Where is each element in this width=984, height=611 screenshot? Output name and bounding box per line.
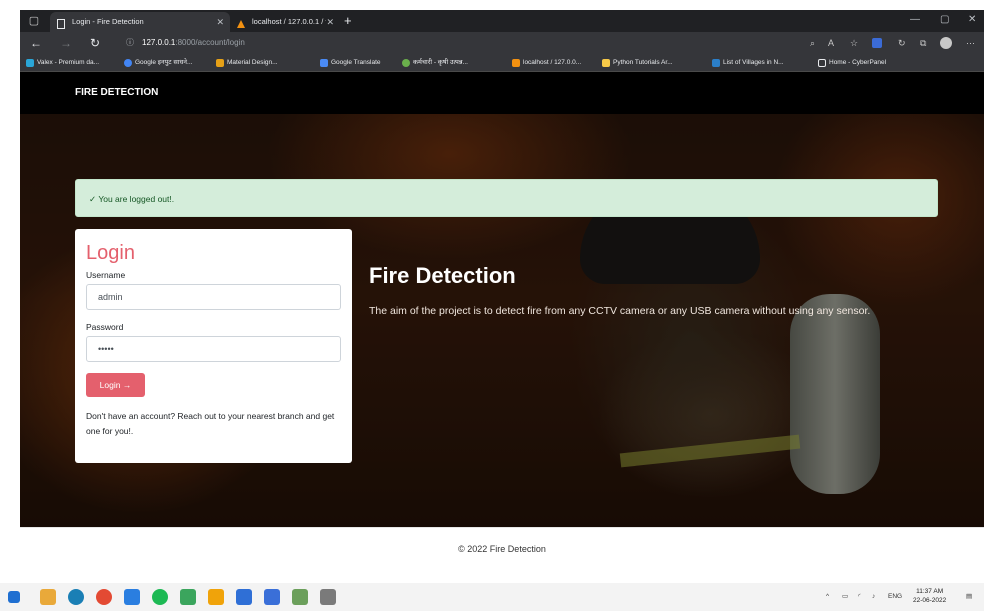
phpmyadmin-icon [512, 59, 520, 67]
hero-section: ✓ You are logged out!. Login Username Pa… [20, 114, 984, 527]
login-button[interactable]: Login → [86, 373, 145, 397]
username-label: Username [86, 270, 126, 280]
site-navbar: FIRE DETECTION [20, 72, 984, 114]
close-icon[interactable]: ✕ [326, 12, 334, 32]
search-icon[interactable]: ⌕ [810, 36, 815, 50]
back-icon[interactable]: ← [30, 35, 42, 51]
login-card: Login Username Password Login → Don't ha… [75, 229, 352, 463]
network-icon[interactable]: ▭ [842, 583, 848, 611]
password-input[interactable] [86, 336, 341, 362]
hero-title: Fire Detection [369, 263, 516, 288]
close-window-icon[interactable]: ✕ [968, 14, 976, 25]
login-title: Login [86, 242, 135, 264]
tab-bar: ▢ Login - Fire Detection ✕ localhost / 1… [20, 10, 984, 32]
google-icon [124, 59, 132, 67]
bookmark-item[interactable]: Google इनपुट साधने... [124, 54, 192, 72]
bookmark-item[interactable]: Google Translate [320, 54, 381, 72]
maximize-icon[interactable]: ▢ [940, 14, 949, 25]
reload-icon[interactable]: ↻ [90, 35, 100, 51]
new-tab-icon[interactable]: + [344, 13, 352, 29]
browser-window: ▢ Login - Fire Detection ✕ localhost / 1… [20, 10, 984, 570]
collections-icon[interactable]: ⧉ [920, 36, 926, 50]
clock-time: 11:37 AM [916, 588, 944, 595]
chrome-icon[interactable] [96, 589, 112, 605]
password-label: Password [86, 322, 124, 332]
favorite-icon[interactable]: ☆ [850, 36, 858, 50]
close-icon[interactable]: ✕ [216, 12, 224, 32]
phpmyadmin-icon [236, 17, 246, 28]
bookmark-item[interactable]: कर्मचारी - कृषी उत्पन्न... [402, 54, 468, 72]
bookmark-icon [216, 59, 224, 67]
forward-icon[interactable]: → [60, 35, 72, 51]
bookmark-item[interactable]: localhost / 127.0.0... [512, 54, 581, 72]
tab-title: localhost / 127.0.0.1 / fire / profi [252, 17, 326, 26]
url-path: :8000/account/login [175, 38, 245, 47]
bookmark-icon [602, 59, 610, 67]
bookmarks-bar: Valex - Premium da... Google इनपुट साधने… [20, 54, 984, 72]
wifi-icon[interactable]: ◜ [858, 583, 861, 611]
info-icon: ⓘ [126, 38, 134, 47]
tray-chevron-icon[interactable]: ^ [826, 583, 829, 611]
url-field[interactable]: ⓘ 127.0.0.1:8000/account/login [126, 35, 816, 51]
translate-icon [320, 59, 328, 67]
bookmark-item[interactable]: Python Tutorials Ar... [602, 54, 673, 72]
site-footer: © 2022 Fire Detection [20, 527, 984, 570]
account-note: Don't have an account? Reach out to your… [86, 411, 335, 436]
window-menu-icon[interactable]: ▢ [26, 13, 42, 29]
page-icon [818, 59, 826, 67]
clock[interactable]: 11:37 AM 22-06-2022 [913, 587, 946, 605]
logout-alert: ✓ You are logged out!. [75, 179, 938, 217]
spotify-icon[interactable] [152, 589, 168, 605]
bookmark-item[interactable]: Material Design... [216, 54, 278, 72]
tab-phpmyadmin[interactable]: localhost / 127.0.0.1 / fire / profi ✕ [230, 12, 340, 32]
notification-icon[interactable]: ▤ [966, 583, 972, 611]
bookmark-item[interactable]: List of Villages in N... [712, 54, 784, 72]
app-icon[interactable] [264, 589, 280, 605]
profile-avatar[interactable] [940, 37, 952, 49]
site-brand[interactable]: FIRE DETECTION [75, 72, 158, 114]
page-icon [56, 17, 66, 29]
file-explorer-icon[interactable] [40, 589, 56, 605]
extension-icon[interactable] [872, 38, 882, 48]
bookmark-item[interactable]: Home - CyberPanel [818, 54, 886, 72]
app-icon[interactable] [320, 589, 336, 605]
vscode-icon[interactable] [124, 589, 140, 605]
sublime-icon[interactable] [208, 589, 224, 605]
read-aloud-icon[interactable]: A [828, 36, 834, 50]
start-icon[interactable] [8, 591, 20, 603]
address-bar: ← → ↻ ⓘ 127.0.0.1:8000/account/login ⌕ A… [20, 32, 984, 54]
refresh-extension-icon[interactable]: ↻ [898, 36, 906, 50]
tab-login[interactable]: Login - Fire Detection ✕ [50, 12, 230, 32]
app-icon[interactable] [236, 589, 252, 605]
language-indicator[interactable]: ENG [888, 583, 902, 611]
more-icon[interactable]: ⋯ [966, 36, 975, 50]
bookmark-icon [402, 59, 410, 67]
username-input[interactable] [86, 284, 341, 310]
pycharm-icon[interactable] [180, 589, 196, 605]
url-host: 127.0.0.1 [142, 38, 176, 47]
bookmark-icon [26, 59, 34, 67]
clock-date: 22-06-2022 [913, 597, 947, 604]
minimize-icon[interactable]: — [910, 14, 920, 25]
volume-icon[interactable]: ♪ [872, 583, 875, 611]
taskbar: ^ ▭ ◜ ♪ ENG 11:37 AM 22-06-2022 ▤ [0, 583, 984, 611]
hero-description: The aim of the project is to detect fire… [369, 305, 871, 317]
bookmark-item[interactable]: Valex - Premium da... [26, 54, 99, 72]
app-icon[interactable] [292, 589, 308, 605]
web-page: FIRE DETECTION ✓ You are logged out!. Lo… [20, 72, 984, 570]
tab-title: Login - Fire Detection [72, 17, 144, 26]
edge-icon[interactable] [68, 589, 84, 605]
bookmark-icon [712, 59, 720, 67]
